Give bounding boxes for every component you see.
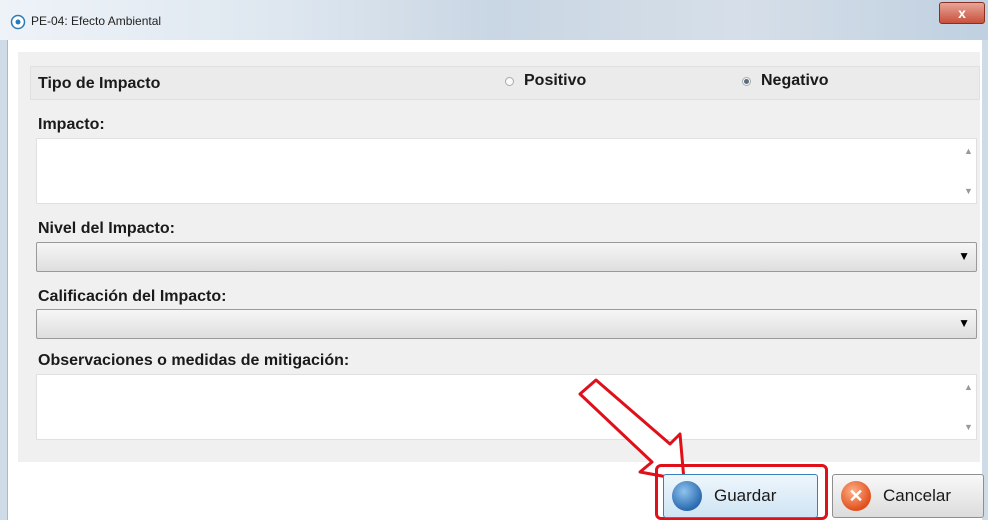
- observaciones-scroll-down-icon[interactable]: ▼: [964, 422, 982, 432]
- radio-positivo-label: Positivo: [524, 72, 587, 89]
- calificacion-dropdown[interactable]: ▼: [36, 309, 977, 339]
- save-button[interactable]: Guardar: [663, 474, 818, 518]
- window-frame-left: [0, 40, 8, 520]
- observaciones-label: Observaciones o medidas de mitigación:: [38, 352, 350, 369]
- radio-positivo[interactable]: Positivo: [505, 72, 586, 90]
- window-icon: [10, 14, 26, 30]
- radio-negativo-label: Negativo: [761, 72, 829, 89]
- impacto-scroll-down-icon[interactable]: ▼: [964, 186, 982, 196]
- window-title: PE-04: Efecto Ambiental: [31, 14, 162, 28]
- impacto-scroll-up-icon[interactable]: ▲: [964, 146, 982, 156]
- observaciones-scroll-up-icon[interactable]: ▲: [964, 382, 982, 392]
- save-button-label: Guardar: [714, 486, 777, 505]
- nivel-dropdown[interactable]: ▼: [36, 242, 977, 272]
- close-button[interactable]: x: [939, 2, 985, 24]
- radio-negativo[interactable]: Negativo: [742, 72, 829, 90]
- cancel-button-label: Cancelar: [883, 486, 952, 505]
- impact-type-label: Tipo de Impacto: [38, 75, 161, 92]
- observaciones-textarea[interactable]: [36, 374, 977, 440]
- nivel-label: Nivel del Impacto:: [38, 220, 175, 237]
- save-icon: [672, 481, 702, 511]
- impacto-textarea[interactable]: [36, 138, 977, 204]
- cancel-icon: ✕: [841, 481, 871, 511]
- cancel-button[interactable]: ✕ Cancelar: [832, 474, 984, 518]
- radio-negativo-circle[interactable]: [742, 76, 751, 86]
- chevron-down-icon[interactable]: ▼: [958, 249, 970, 263]
- window-frame-right: [982, 40, 988, 520]
- calificacion-label: Calificación del Impacto:: [38, 288, 227, 305]
- title-bar: PE-04: Efecto Ambiental x: [0, 0, 988, 40]
- chevron-down-icon[interactable]: ▼: [958, 316, 970, 330]
- radio-positivo-circle[interactable]: [505, 76, 514, 86]
- impacto-label: Impacto:: [38, 116, 105, 133]
